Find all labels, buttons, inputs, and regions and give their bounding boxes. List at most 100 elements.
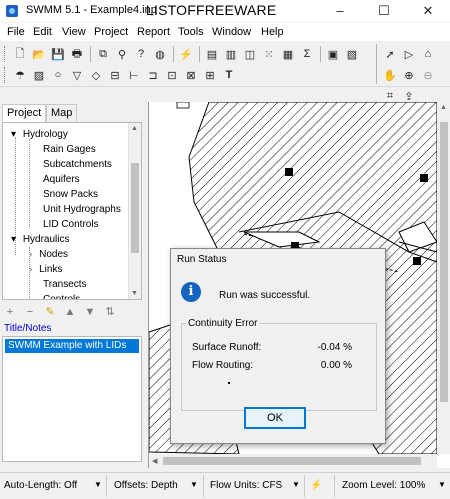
conduit-icon[interactable]: ⊢ — [126, 67, 142, 83]
scrollbar-thumb[interactable] — [440, 122, 448, 402]
auto-length-status[interactable]: Auto-Length: Off — [4, 480, 77, 491]
menu-project[interactable]: Project — [94, 26, 128, 38]
print-icon[interactable]: 🖶 — [69, 46, 85, 62]
tab-project[interactable]: Project — [2, 104, 47, 123]
tree-item-subcatchments[interactable]: Subcatchments — [43, 157, 112, 172]
pan-icon[interactable]: ▧ — [344, 46, 360, 62]
maximize-button[interactable]: ☐ — [362, 0, 406, 22]
toolbar-area: 🗋 📂 💾 🖶 ⧉ ⚲ ? ◍ ⚡ ▤ ▥ ◫ ⁙ ▦ Σ ▣ ▧ ☂ ▨ ○ … — [0, 42, 450, 103]
pan-hand-icon[interactable]: ✋ — [382, 67, 398, 83]
edit-icon[interactable]: ✎ — [42, 304, 58, 320]
scrollbar-thumb[interactable] — [131, 163, 139, 253]
dropdown-arrow-icon[interactable]: ▼ — [190, 480, 198, 489]
junction-icon[interactable]: ○ — [50, 67, 66, 83]
graph-icon[interactable]: ▥ — [223, 46, 239, 62]
raingage-icon[interactable]: ☂ — [12, 67, 28, 83]
orifice-icon[interactable]: ⊡ — [164, 67, 180, 83]
menu-file[interactable]: File — [7, 26, 25, 38]
scroll-up-icon[interactable]: ▲ — [440, 104, 447, 111]
map-horizontal-scrollbar[interactable]: ◀ — [149, 454, 437, 468]
tree-guide — [29, 139, 31, 229]
scroll-left-icon[interactable]: ◀ — [152, 457, 157, 465]
menu-help[interactable]: Help — [261, 26, 284, 38]
tab-map[interactable]: Map — [46, 104, 78, 122]
outlet-icon[interactable]: ⊞ — [202, 67, 218, 83]
statistics-icon[interactable]: Σ — [299, 46, 315, 62]
options-icon[interactable]: ▣ — [325, 46, 341, 62]
junction-node[interactable] — [413, 257, 421, 265]
tree-item-rain-gages[interactable]: Rain Gages — [43, 142, 96, 157]
tree-item-transects[interactable]: Transects — [43, 277, 87, 292]
tree-item-aquifers[interactable]: Aquifers — [43, 172, 80, 187]
menu-edit[interactable]: Edit — [33, 26, 52, 38]
select-icon[interactable]: ➚ — [382, 46, 398, 62]
title-notes-label: Title/Notes — [4, 323, 52, 334]
report-icon[interactable]: ▤ — [204, 46, 220, 62]
tree-item-lid-controls[interactable]: LID Controls — [43, 217, 99, 232]
outfall-icon[interactable]: ▽ — [69, 67, 85, 83]
open-icon[interactable]: 📂 — [31, 46, 47, 62]
new-icon[interactable]: 🗋 — [12, 46, 28, 62]
menu-window[interactable]: Window — [212, 26, 251, 38]
surface-runoff-value: -0.04 % — [317, 342, 352, 353]
menu-report[interactable]: Report — [137, 26, 170, 38]
delete-icon[interactable]: − — [22, 304, 38, 320]
scroll-up-icon[interactable]: ▲ — [131, 125, 138, 132]
overview-icon[interactable]: ◍ — [152, 46, 168, 62]
scroll-down-icon[interactable]: ▼ — [131, 290, 138, 297]
tree-item-links[interactable]: › Links — [29, 262, 62, 277]
dropdown-arrow-icon[interactable]: ▼ — [94, 480, 102, 489]
junction-node[interactable] — [420, 174, 428, 182]
close-button[interactable]: ✕ — [406, 0, 450, 22]
find-icon[interactable]: ⚲ — [114, 46, 130, 62]
vertex-icon[interactable]: ▷ — [401, 46, 417, 62]
table-icon[interactable]: ▦ — [280, 46, 296, 62]
storage-icon[interactable]: ⊟ — [107, 67, 123, 83]
region-icon[interactable]: ⌂ — [420, 46, 436, 62]
zoom-level-status: Zoom Level: 100% — [342, 480, 426, 491]
move-down-icon[interactable]: ▼ — [82, 304, 98, 320]
tree-item-snow-packs[interactable]: Snow Packs — [43, 187, 98, 202]
move-up-icon[interactable]: ▲ — [62, 304, 78, 320]
menu-view[interactable]: View — [62, 26, 86, 38]
tree-scrollbar[interactable]: ▲ ▼ — [128, 123, 141, 299]
pump-icon[interactable]: ⊐ — [145, 67, 161, 83]
tree-item-nodes[interactable]: › Nodes — [29, 247, 68, 262]
status-bar: Auto-Length: Off ▼ Offsets: Depth ▼ Flow… — [0, 472, 450, 499]
divider-icon[interactable]: ◇ — [88, 67, 104, 83]
tree-item-hydraulics[interactable]: ▾ Hydraulics — [11, 232, 70, 247]
raingage-marker[interactable] — [176, 102, 190, 109]
dropdown-arrow-icon[interactable]: ▼ — [438, 480, 446, 489]
save-icon[interactable]: 💾 — [50, 46, 66, 62]
title-notes-item[interactable]: SWMM Example with LIDs — [5, 339, 139, 353]
minimize-button[interactable]: – — [318, 0, 362, 22]
ok-button[interactable]: OK — [244, 407, 306, 429]
sort-icon[interactable]: ⇅ — [102, 304, 118, 320]
project-tree: ▾ Hydrology Rain Gages Subcatchments Aqu… — [2, 122, 142, 300]
run-icon[interactable]: ⚡ — [178, 46, 194, 62]
add-icon[interactable]: + — [2, 304, 18, 320]
dropdown-arrow-icon[interactable]: ▼ — [292, 480, 300, 489]
flow-units-status[interactable]: Flow Units: CFS — [210, 480, 282, 491]
menu-tools[interactable]: Tools — [178, 26, 204, 38]
subcatchment-icon[interactable]: ▨ — [31, 67, 47, 83]
flow-routing-value: 0.00 % — [320, 360, 352, 371]
weir-icon[interactable]: ⊠ — [183, 67, 199, 83]
tree-item-unit-hydrographs[interactable]: Unit Hydrographs — [43, 202, 121, 217]
scrollbar-thumb[interactable] — [163, 457, 421, 465]
tree-item-hydrology[interactable]: ▾ Hydrology — [11, 127, 68, 142]
label-icon[interactable]: T — [221, 67, 237, 83]
toolbar-separator — [320, 46, 321, 62]
tree-item-controls[interactable]: Controls — [43, 292, 80, 299]
copy-icon[interactable]: ⧉ — [95, 46, 111, 62]
run-status-icon[interactable]: ⚡ — [310, 480, 322, 491]
offsets-status[interactable]: Offsets: Depth — [114, 480, 178, 491]
query-icon[interactable]: ? — [133, 46, 149, 62]
toolbar-grip — [4, 67, 8, 83]
zoom-in-icon[interactable]: ⊕ — [401, 67, 417, 83]
scatter-icon[interactable]: ⁙ — [261, 46, 277, 62]
junction-node[interactable] — [285, 168, 293, 176]
zoom-out-icon[interactable]: ⊖ — [420, 67, 436, 83]
map-vertical-scrollbar[interactable]: ▲ — [437, 102, 450, 454]
profile-icon[interactable]: ◫ — [242, 46, 258, 62]
